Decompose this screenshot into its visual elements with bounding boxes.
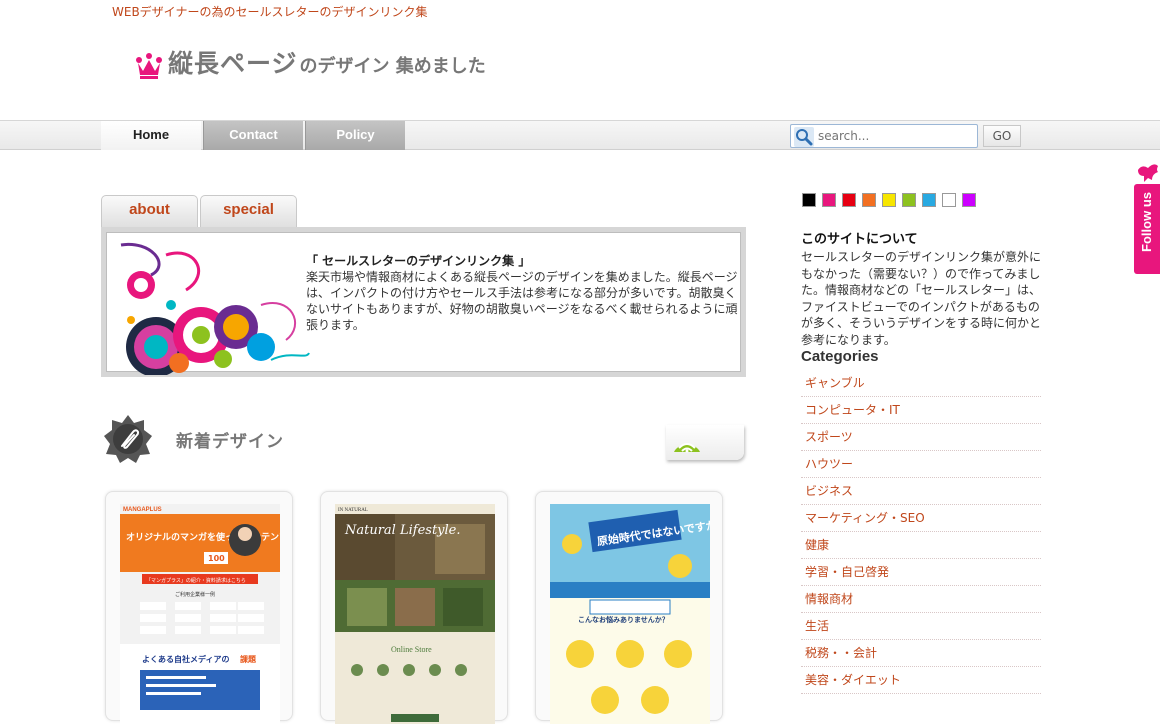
design-thumbnail-3[interactable]: 原始時代ではないですか? こんなお悩みありませんか？ — [550, 504, 710, 724]
nav-contact[interactable]: Contact — [203, 121, 303, 150]
color-swatch[interactable] — [842, 193, 856, 207]
site-logo[interactable]: 縦長ページ のデザイン 集めました — [136, 44, 486, 80]
paperclip-icon — [104, 415, 152, 463]
about-panel: 「 セールスレターのデザインリンク集 」 楽天市場や情報商材によくある縦長ページ… — [101, 227, 746, 377]
color-swatches — [802, 193, 982, 207]
category-link[interactable]: マーケティング・SEO — [801, 505, 1041, 532]
color-swatch[interactable] — [942, 193, 956, 207]
design-card-3[interactable]: 原始時代ではないですか? こんなお悩みありませんか？ — [535, 491, 723, 724]
card2-brand: IN NATURAL — [338, 508, 368, 513]
bird-icon — [1138, 164, 1158, 182]
category-link[interactable]: 学習・自己啓発 — [801, 559, 1041, 586]
crown-icon — [136, 53, 162, 79]
category-link[interactable]: ビジネス — [801, 478, 1041, 505]
categories-title: Categories — [801, 348, 879, 365]
color-swatch[interactable] — [822, 193, 836, 207]
swirl-decoration-image — [120, 242, 310, 375]
category-link[interactable]: ギャンブル — [801, 370, 1041, 397]
card1-badge: 100 — [208, 554, 225, 563]
category-list: ギャンブル コンピュータ・IT スポーツ ハウツー ビジネス マーケティング・S… — [801, 370, 1041, 694]
design-card-1[interactable]: MANGAPLUS オリジナルのマンガを使ったコンテンツ 100 「マンガプラス… — [105, 491, 293, 724]
main-navigation: Home Contact Policy GO — [0, 120, 1160, 150]
sidebar-about-text: セールスレターのデザインリンク集が意外にもなかった（需要ない？）ので作ってみまし… — [801, 250, 1042, 347]
about-text: 楽天市場や情報商材によくある縦長ページのデザインを集めました。縦長ページは、イン… — [306, 270, 738, 332]
category-link[interactable]: 税務・・会計 — [801, 640, 1041, 667]
card1-bottom-text: よくある自社メディアの — [142, 654, 229, 664]
new-designs-header: 新着デザイン — [101, 412, 745, 464]
design-thumbnail-1[interactable]: MANGAPLUS オリジナルのマンガを使ったコンテンツ 100 「マンガプラス… — [120, 504, 280, 724]
tab-about[interactable]: about — [101, 195, 198, 229]
color-swatch[interactable] — [962, 193, 976, 207]
card1-cta: 「マンガプラス」の紹介・資料請求はこちら — [146, 577, 246, 584]
card1-clients-title: ご利用企業様一例 — [175, 591, 215, 598]
about-title: 「 セールスレターのデザインリンク集 」 — [306, 254, 531, 268]
logo-main-text: 縦長ページ — [168, 49, 298, 78]
search-box — [790, 124, 978, 148]
category-link[interactable]: 生活 — [801, 613, 1041, 640]
category-link[interactable]: スポーツ — [801, 424, 1041, 451]
new-designs-title: 新着デザイン — [176, 432, 284, 452]
tab-special[interactable]: special — [200, 195, 297, 229]
site-tagline: WEBデザイナーの為のセールスレターのデザインリンク集 — [112, 5, 428, 19]
color-swatch[interactable] — [882, 193, 896, 207]
search-icon — [794, 127, 814, 147]
color-swatch[interactable] — [902, 193, 916, 207]
nav-home[interactable]: Home — [101, 121, 201, 150]
logo-sub-text: のデザイン 集めました — [299, 56, 486, 77]
follow-us-label: Follow us — [1139, 192, 1154, 252]
category-link[interactable]: コンピュータ・IT — [801, 397, 1041, 424]
category-link[interactable]: 美容・ダイエット — [801, 667, 1041, 694]
follow-us-tab[interactable]: Follow us — [1134, 184, 1160, 274]
card1-brand: MANGAPLUS — [123, 507, 162, 513]
category-link[interactable]: 健康 — [801, 532, 1041, 559]
color-swatch[interactable] — [922, 193, 936, 207]
design-card-2[interactable]: IN NATURAL Natural Lifestyle. Online Sto… — [320, 491, 508, 724]
search-input[interactable] — [818, 127, 973, 145]
category-link[interactable]: ハウツー — [801, 451, 1041, 478]
category-link[interactable]: 情報商材 — [801, 586, 1041, 613]
search-go-button[interactable]: GO — [983, 125, 1021, 147]
rss-feed-icon — [674, 443, 700, 453]
nav-policy[interactable]: Policy — [305, 121, 405, 150]
design-thumbnail-2[interactable]: IN NATURAL Natural Lifestyle. Online Sto… — [335, 504, 495, 724]
sidebar-about-title: このサイトについて — [801, 232, 918, 247]
card2-hero: Natural Lifestyle. — [344, 523, 461, 538]
card3-question: こんなお悩みありませんか？ — [578, 615, 669, 624]
color-swatch[interactable] — [862, 193, 876, 207]
card2-store-title: Online Store — [391, 645, 432, 654]
card1-bottom-highlight: 課題 — [240, 654, 257, 664]
rss-badge[interactable] — [666, 425, 744, 460]
color-swatch[interactable] — [802, 193, 816, 207]
